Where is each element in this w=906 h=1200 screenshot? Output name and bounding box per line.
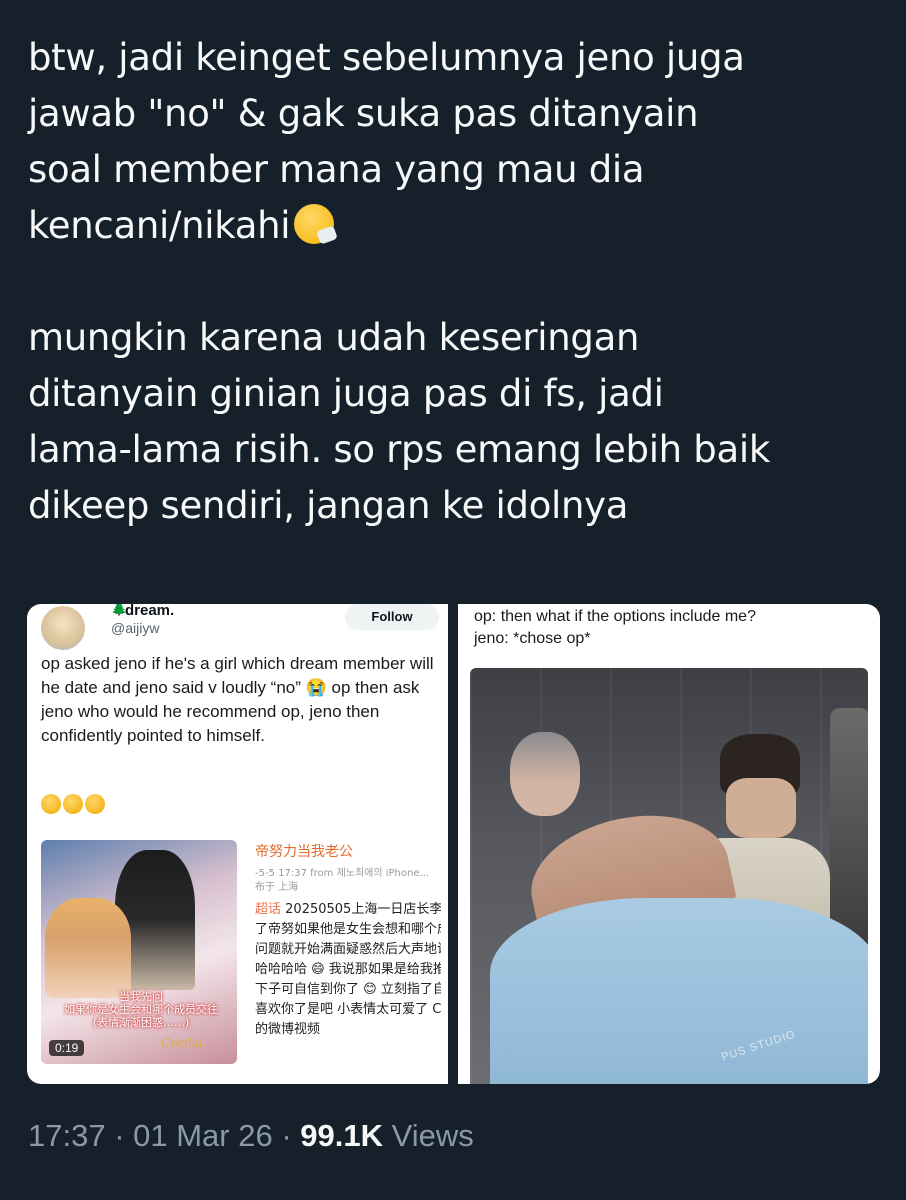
person-figure bbox=[726, 778, 796, 838]
video-caption-text: 当我先问 如果你是女生会和哪个成员交往 (表情渐渐困惑……) bbox=[64, 990, 218, 1029]
video-thumbnail: 当我先问 如果你是女生会和哪个成员交往 (表情渐渐困惑……) Cecilia 0… bbox=[41, 840, 237, 1064]
person-figure bbox=[510, 732, 580, 816]
embedded-caption: op: then what if the options include me?… bbox=[474, 608, 756, 647]
sneezing-face-emoji-icon bbox=[294, 204, 335, 244]
views-label: Views bbox=[391, 1118, 474, 1153]
tweet-text: btw, jadi keinget sebelumnya jeno juga j… bbox=[28, 30, 888, 534]
weibo-body: 超话 20250505上海一日店长李 了帝努如果他是女生会想和哪个成 问题就开始… bbox=[255, 900, 441, 1040]
follow-button: Follow bbox=[345, 604, 439, 630]
emoji-row bbox=[41, 794, 105, 814]
media-image-right[interactable]: op: then what if the options include me?… bbox=[458, 604, 880, 1084]
weibo-location: 布于 上海 bbox=[255, 882, 299, 893]
person-figure bbox=[830, 708, 868, 948]
video-signature: Cecilia bbox=[161, 1036, 203, 1050]
tweet-paragraph-2: mungkin karena udah keseringan ditanyain… bbox=[28, 316, 770, 527]
embedded-post-text: op asked jeno if he's a girl which dream… bbox=[41, 654, 434, 745]
views-count: 99.1K bbox=[300, 1118, 384, 1153]
tweet-paragraph-1-text: btw, jadi keinget sebelumnya jeno juga j… bbox=[28, 36, 745, 247]
concert-photo: PUS STUDIO bbox=[470, 668, 868, 1084]
smiling-face-emoji-icon bbox=[41, 794, 61, 814]
person-figure bbox=[490, 898, 868, 1084]
embedded-display-name: dream. bbox=[125, 604, 175, 619]
tweet-date[interactable]: 01 Mar 26 bbox=[133, 1118, 273, 1153]
tweet-time[interactable]: 17:37 bbox=[28, 1118, 106, 1153]
smiling-face-emoji-icon bbox=[85, 794, 105, 814]
video-caption: 当我先问 如果你是女生会和哪个成员交往 (表情渐渐困惑……) bbox=[51, 990, 231, 1029]
embedded-handle: @aijiyw bbox=[111, 620, 160, 636]
weibo-topic: 超话 bbox=[255, 902, 282, 917]
tweet-paragraph-1: btw, jadi keinget sebelumnya jeno juga j… bbox=[28, 30, 888, 254]
weibo-body-text: 20250505上海一日店长李 了帝努如果他是女生会想和哪个成 问题就开始满面疑… bbox=[255, 902, 441, 1037]
separator-dot: · bbox=[114, 1118, 134, 1153]
weibo-post-card: 帝努力当我老公 -5-5 17:37 from 제노최애의 iPhone... … bbox=[241, 840, 441, 1064]
tweet-meta: 17:37 · 01 Mar 26 · 99.1K Views bbox=[28, 1118, 474, 1154]
person-figure bbox=[45, 898, 131, 998]
more-options-icon: ⋮ bbox=[447, 604, 448, 620]
media-image-left[interactable]: 🌲 dream. @aijiyw Follow ⋮ op asked jeno … bbox=[27, 604, 448, 1084]
smiling-face-emoji-icon bbox=[63, 794, 83, 814]
avatar bbox=[41, 606, 85, 650]
video-duration: 0:19 bbox=[49, 1040, 85, 1056]
weibo-title: 帝努力当我老公 bbox=[255, 844, 353, 860]
separator-dot: · bbox=[281, 1118, 301, 1153]
